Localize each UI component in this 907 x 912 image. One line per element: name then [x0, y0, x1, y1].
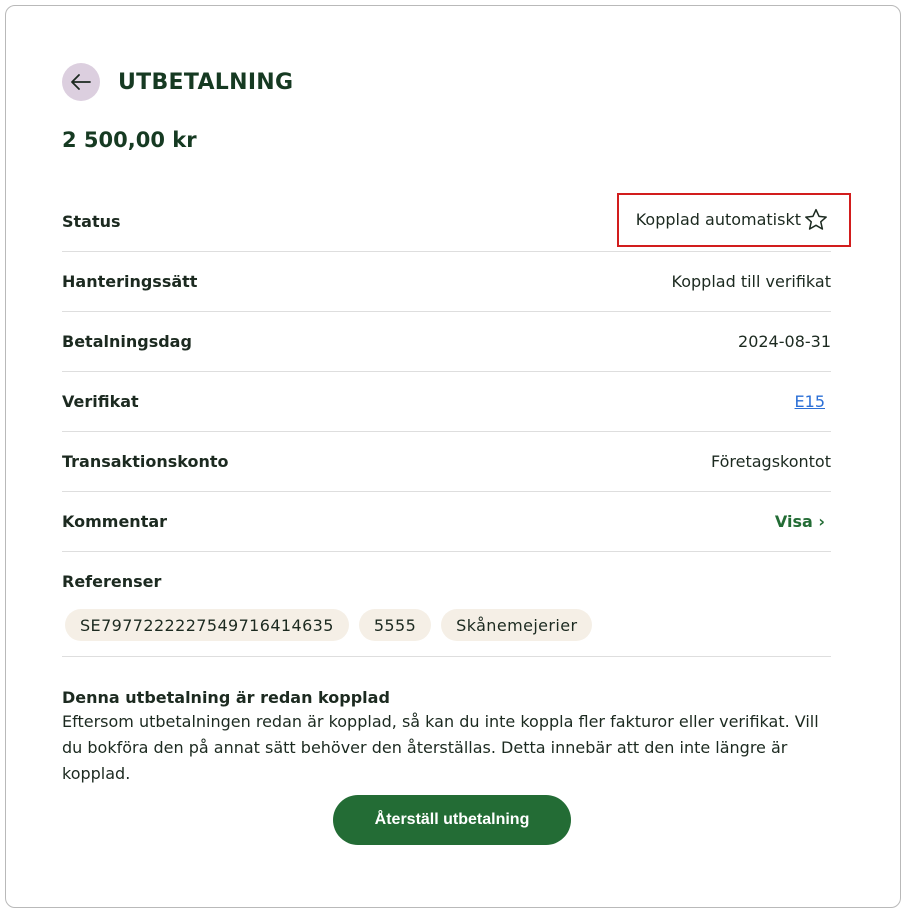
account-label: Transaktionskonto [62, 452, 229, 471]
show-comment-link[interactable]: Visa › [775, 512, 825, 531]
handling-label: Hanteringssätt [62, 272, 198, 291]
voucher-row: Verifikat E15 [62, 372, 831, 432]
status-value-highlight: Kopplad automatiskt [616, 192, 851, 247]
status-value: Kopplad automatiskt [635, 210, 801, 229]
status-row: Status Kopplad automatiskt [62, 192, 851, 252]
account-value: Företagskontot [710, 452, 831, 471]
reference-chip: 5555 [358, 609, 432, 641]
voucher-link[interactable]: E15 [795, 392, 825, 411]
header: UTBETALNING [62, 63, 293, 101]
reference-chip: SE7977222227549716414635 [65, 609, 349, 641]
account-row: Transaktionskonto Företagskontot [62, 432, 831, 492]
reference-chip: Skånemejerier [441, 609, 593, 641]
payment-date-value: 2024-08-31 [738, 332, 831, 351]
already-linked-notice: Denna utbetalning är redan kopplad Efter… [62, 687, 842, 787]
references-chips: SE7977222227549716414635 5555 Skånemejer… [62, 609, 831, 641]
payment-amount: 2 500,00 kr [62, 128, 197, 152]
reset-payment-button[interactable]: Återställ utbetalning [333, 795, 571, 845]
comment-label: Kommentar [62, 512, 168, 531]
star-outline-icon[interactable] [803, 207, 829, 233]
voucher-label: Verifikat [62, 392, 139, 411]
handling-value: Kopplad till verifikat [671, 272, 831, 291]
page-title: UTBETALNING [118, 69, 294, 95]
back-button[interactable] [62, 63, 100, 101]
payment-date-row: Betalningsdag 2024-08-31 [62, 312, 831, 372]
status-label: Status [62, 212, 121, 231]
notice-text: Eftersom utbetalningen redan är kopplad,… [62, 712, 819, 783]
notice-title: Denna utbetalning är redan kopplad [62, 688, 390, 707]
payment-date-label: Betalningsdag [62, 332, 192, 351]
references-section: Referenser SE7977222227549716414635 5555… [62, 558, 831, 657]
handling-row: Hanteringssätt Kopplad till verifikat [62, 252, 831, 312]
arrow-left-icon [70, 73, 92, 91]
references-label: Referenser [62, 572, 162, 591]
comment-row: Kommentar Visa › [62, 492, 831, 552]
details-list: Status Kopplad automatiskt Hanteringssät… [62, 192, 851, 552]
